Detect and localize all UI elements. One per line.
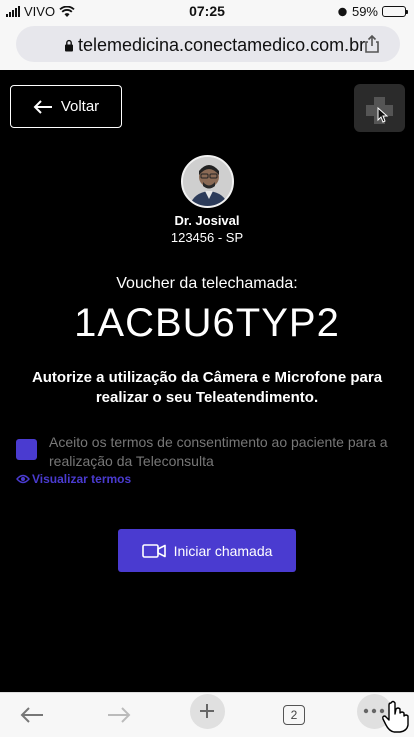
pointer-hand-icon	[382, 700, 409, 733]
video-camera-icon	[141, 543, 166, 558]
doctor-photo-icon	[183, 157, 232, 206]
new-tab-button[interactable]	[189, 693, 225, 729]
arrow-left-icon	[33, 99, 52, 114]
medical-cross-button[interactable]	[354, 84, 405, 132]
doctor-name: Dr. Josival	[174, 213, 240, 228]
start-call-label: Iniciar chamada	[173, 542, 273, 559]
doctor-avatar	[181, 155, 234, 208]
back-button[interactable]: Voltar	[10, 85, 122, 128]
battery-icon	[382, 6, 408, 17]
tabs-button[interactable]: 2	[276, 701, 312, 729]
battery-percent: 59%	[351, 4, 378, 19]
browser-address-bar: telemedicina.conectamedico.com.br	[0, 22, 414, 70]
consent-text: Aceito os termos de consentimento ao pac…	[49, 434, 388, 469]
url-text: telemedicina.conectamedico.com.br	[78, 35, 366, 55]
view-terms-label: Visualizar termos	[32, 472, 132, 486]
doctor-crm: 123456 - SP	[170, 230, 244, 245]
browser-toolbar: 2	[0, 692, 414, 737]
lock-icon	[65, 39, 73, 52]
voucher-label: Voucher da telechamada:	[116, 275, 298, 292]
alarm-icon	[338, 7, 347, 17]
page-content: Voltar Dr. Josival 123456 - SP Voucher d…	[0, 70, 414, 692]
voucher-code: 1ACBU6TYP2	[74, 301, 340, 345]
browser-back-button[interactable]	[14, 701, 50, 729]
eye-icon	[16, 474, 30, 484]
authorize-message: Autorize a utilização da Câmera e Microf…	[31, 369, 383, 406]
medical-cross-icon	[366, 97, 393, 124]
browser-forward-button[interactable]	[101, 701, 137, 729]
arrow-right-icon	[108, 707, 131, 723]
status-bar: VIVO 07:25 59%	[0, 0, 414, 22]
consent-checkbox[interactable]	[16, 439, 37, 460]
view-terms-link[interactable]: Visualizar termos	[16, 472, 131, 486]
share-icon[interactable]	[362, 34, 382, 54]
url-field[interactable]: telemedicina.conectamedico.com.br	[16, 26, 400, 62]
back-button-label: Voltar	[60, 98, 100, 115]
start-call-button[interactable]: Iniciar chamada	[118, 529, 296, 572]
arrow-left-icon	[20, 707, 43, 723]
plus-icon	[200, 704, 214, 718]
tabs-count: 2	[283, 705, 305, 725]
